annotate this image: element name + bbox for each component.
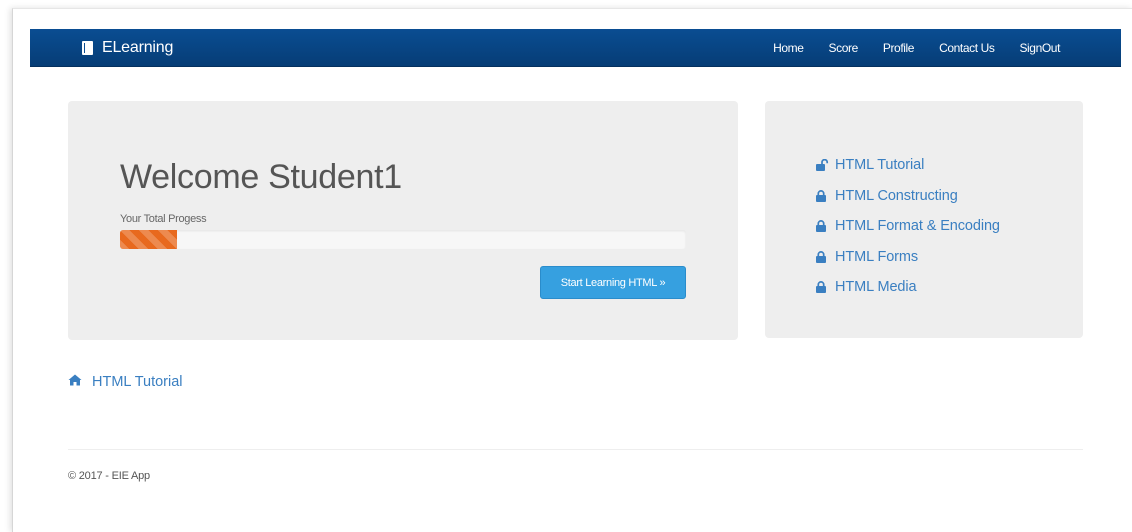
progress-label: Your Total Progess <box>120 213 207 225</box>
lesson-item-html-constructing[interactable]: HTML Constructing <box>816 181 1000 212</box>
welcome-heading: Welcome Student1 <box>120 158 402 196</box>
nav-home-link[interactable]: Home <box>773 41 804 55</box>
lesson-item-html-tutorial[interactable]: HTML Tutorial <box>816 150 1000 181</box>
nav-profile-link[interactable]: Profile <box>883 41 915 55</box>
lesson-label: HTML Tutorial <box>835 157 925 174</box>
lock-icon <box>816 250 831 263</box>
nav-signout-link[interactable]: SignOut <box>1019 41 1060 55</box>
start-learning-button[interactable]: Start Learning HTML » <box>540 266 686 299</box>
lesson-label: HTML Constructing <box>835 187 958 204</box>
lesson-item-html-media[interactable]: HTML Media <box>816 272 1000 303</box>
progress-bar-fill <box>120 230 177 249</box>
lesson-label: HTML Media <box>835 279 917 296</box>
unlock-icon <box>816 159 831 172</box>
nav-contact-us-link[interactable]: Contact Us <box>939 41 995 55</box>
brand-name: ELearning <box>102 38 174 56</box>
lesson-item-html-format-encoding[interactable]: HTML Format & Encoding <box>816 211 1000 242</box>
navbar: ELearning Home Score Profile Contact Us … <box>30 29 1121 67</box>
lock-icon <box>816 189 831 202</box>
footer-divider <box>68 449 1083 450</box>
progress-bar <box>120 230 686 249</box>
welcome-panel: Welcome Student1 Your Total Progess Star… <box>68 101 738 340</box>
brand-link[interactable]: ELearning <box>82 29 173 66</box>
book-icon <box>82 40 93 55</box>
breadcrumb-html-tutorial[interactable]: HTML Tutorial <box>68 374 183 390</box>
lesson-label: HTML Forms <box>835 248 919 265</box>
footer-copyright: © 2017 - EIE App <box>68 470 150 482</box>
lesson-list: HTML Tutorial HTML Constructing HTML For… <box>816 150 1000 303</box>
nav-links: Home Score Profile Contact Us SignOut <box>748 29 1060 66</box>
nav-score-link[interactable]: Score <box>829 41 859 55</box>
lock-icon <box>816 220 831 233</box>
lessons-panel: HTML Tutorial HTML Constructing HTML For… <box>765 101 1083 338</box>
breadcrumb-label: HTML Tutorial <box>92 374 183 390</box>
home-icon <box>68 374 82 390</box>
lesson-item-html-forms[interactable]: HTML Forms <box>816 242 1000 273</box>
lesson-label: HTML Format & Encoding <box>835 218 1000 235</box>
lock-icon <box>816 281 831 294</box>
